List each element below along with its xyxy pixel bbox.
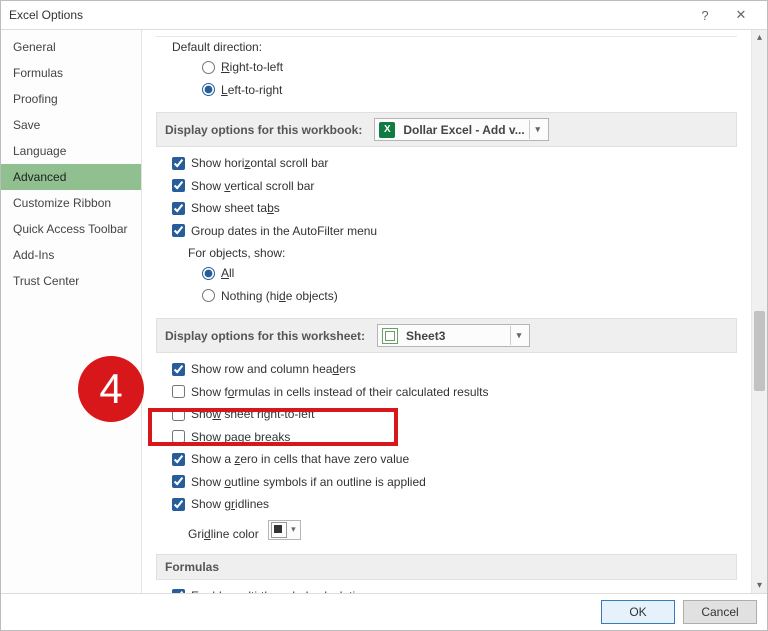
chk-group-dates[interactable] bbox=[172, 224, 185, 237]
help-icon[interactable]: ? bbox=[687, 1, 723, 29]
sidebar: General Formulas Proofing Save Language … bbox=[1, 30, 142, 593]
scroll-up-icon[interactable]: ▴ bbox=[752, 30, 767, 45]
content-pane: Default direction: Right-to-left Left-to… bbox=[142, 30, 751, 593]
chk-row-col-headers[interactable] bbox=[172, 363, 185, 376]
chk-page-breaks[interactable] bbox=[172, 430, 185, 443]
chk-zero-values-label: Show a zero in cells that have zero valu… bbox=[191, 452, 409, 466]
chevron-down-icon: ▾ bbox=[289, 524, 298, 535]
excel-options-dialog: Excel Options ? ✕ General Formulas Proof… bbox=[0, 0, 768, 631]
workbook-section-header: Display options for this workbook: X Dol… bbox=[156, 112, 737, 147]
chk-sheet-tabs-label: Show sheet tabs bbox=[191, 201, 280, 215]
sidebar-item-save[interactable]: Save bbox=[1, 112, 141, 138]
worksheet-section-header: Display options for this worksheet: Shee… bbox=[156, 318, 737, 353]
vertical-scrollbar[interactable]: ▴ ▾ bbox=[751, 30, 767, 593]
chk-vscroll-label: Show vertical scroll bar bbox=[191, 179, 314, 193]
chk-hscroll-label: Show horizontal scroll bar bbox=[191, 156, 328, 170]
radio-ltr[interactable] bbox=[202, 83, 215, 96]
radio-objects-nothing[interactable] bbox=[202, 289, 215, 302]
worksheet-section-label: Display options for this worksheet: bbox=[165, 329, 365, 343]
sidebar-item-add-ins[interactable]: Add-Ins bbox=[1, 242, 141, 268]
close-icon[interactable]: ✕ bbox=[723, 1, 759, 29]
radio-rtl-label: Right-to-left bbox=[221, 60, 283, 74]
excel-icon: X bbox=[379, 122, 395, 138]
chk-zero-values[interactable] bbox=[172, 453, 185, 466]
chk-gridlines-label: Show gridlines bbox=[191, 497, 269, 511]
chevron-down-icon: ▾ bbox=[529, 120, 546, 139]
chk-outline-symbols-label: Show outline symbols if an outline is ap… bbox=[191, 475, 426, 489]
ok-button[interactable]: OK bbox=[601, 600, 675, 624]
chk-page-breaks-label: Show page breaks bbox=[191, 430, 290, 444]
chk-group-dates-label: Group dates in the AutoFilter menu bbox=[191, 224, 377, 238]
footer: OK Cancel bbox=[1, 593, 767, 630]
chk-vscroll[interactable] bbox=[172, 179, 185, 192]
worksheet-dropdown[interactable]: Sheet3 ▾ bbox=[377, 324, 530, 347]
chk-sheet-rtl[interactable] bbox=[172, 408, 185, 421]
workbook-dropdown-value: Dollar Excel - Add v... bbox=[399, 123, 528, 137]
scroll-down-icon[interactable]: ▾ bbox=[752, 578, 767, 593]
chevron-down-icon: ▾ bbox=[510, 326, 527, 345]
color-swatch-icon bbox=[271, 522, 287, 538]
cancel-button[interactable]: Cancel bbox=[683, 600, 757, 624]
sidebar-item-quick-access-toolbar[interactable]: Quick Access Toolbar bbox=[1, 216, 141, 242]
radio-objects-nothing-label: Nothing (hide objects) bbox=[221, 289, 338, 303]
sidebar-item-advanced[interactable]: Advanced bbox=[1, 164, 141, 190]
chk-sheet-tabs[interactable] bbox=[172, 202, 185, 215]
sidebar-item-formulas[interactable]: Formulas bbox=[1, 60, 141, 86]
radio-objects-all-label: All bbox=[221, 266, 234, 280]
chk-show-formulas-label: Show formulas in cells instead of their … bbox=[191, 385, 489, 399]
formulas-section-label: Formulas bbox=[165, 560, 219, 574]
dialog-title: Excel Options bbox=[9, 8, 83, 22]
worksheet-dropdown-value: Sheet3 bbox=[402, 329, 510, 343]
gridline-color-label: Gridline color bbox=[188, 527, 259, 541]
chk-gridlines[interactable] bbox=[172, 498, 185, 511]
radio-rtl[interactable] bbox=[202, 61, 215, 74]
chk-sheet-rtl-label: Show sheet right-to-left bbox=[191, 407, 314, 421]
sidebar-item-proofing[interactable]: Proofing bbox=[1, 86, 141, 112]
chk-multi-threaded-label: Enable multi-threaded calculation bbox=[191, 589, 368, 594]
titlebar: Excel Options ? ✕ bbox=[1, 1, 767, 30]
for-objects-label: For objects, show: bbox=[156, 243, 737, 263]
scrollbar-thumb[interactable] bbox=[754, 311, 765, 391]
workbook-section-label: Display options for this workbook: bbox=[165, 123, 362, 137]
sidebar-item-language[interactable]: Language bbox=[1, 138, 141, 164]
sidebar-item-trust-center[interactable]: Trust Center bbox=[1, 268, 141, 294]
sheet-icon bbox=[382, 328, 398, 344]
chk-hscroll[interactable] bbox=[172, 157, 185, 170]
gridline-color-picker[interactable]: ▾ bbox=[268, 520, 301, 540]
chk-row-col-headers-label: Show row and column headers bbox=[191, 362, 356, 376]
radio-ltr-label: Left-to-right bbox=[221, 83, 282, 97]
chk-multi-threaded[interactable] bbox=[172, 589, 185, 593]
chk-show-formulas[interactable] bbox=[172, 385, 185, 398]
sidebar-item-customize-ribbon[interactable]: Customize Ribbon bbox=[1, 190, 141, 216]
sidebar-item-general[interactable]: General bbox=[1, 34, 141, 60]
workbook-dropdown[interactable]: X Dollar Excel - Add v... ▾ bbox=[374, 118, 548, 141]
radio-objects-all[interactable] bbox=[202, 267, 215, 280]
chk-outline-symbols[interactable] bbox=[172, 475, 185, 488]
formulas-section-header: Formulas bbox=[156, 554, 737, 580]
default-direction-label: Default direction: bbox=[156, 37, 737, 57]
